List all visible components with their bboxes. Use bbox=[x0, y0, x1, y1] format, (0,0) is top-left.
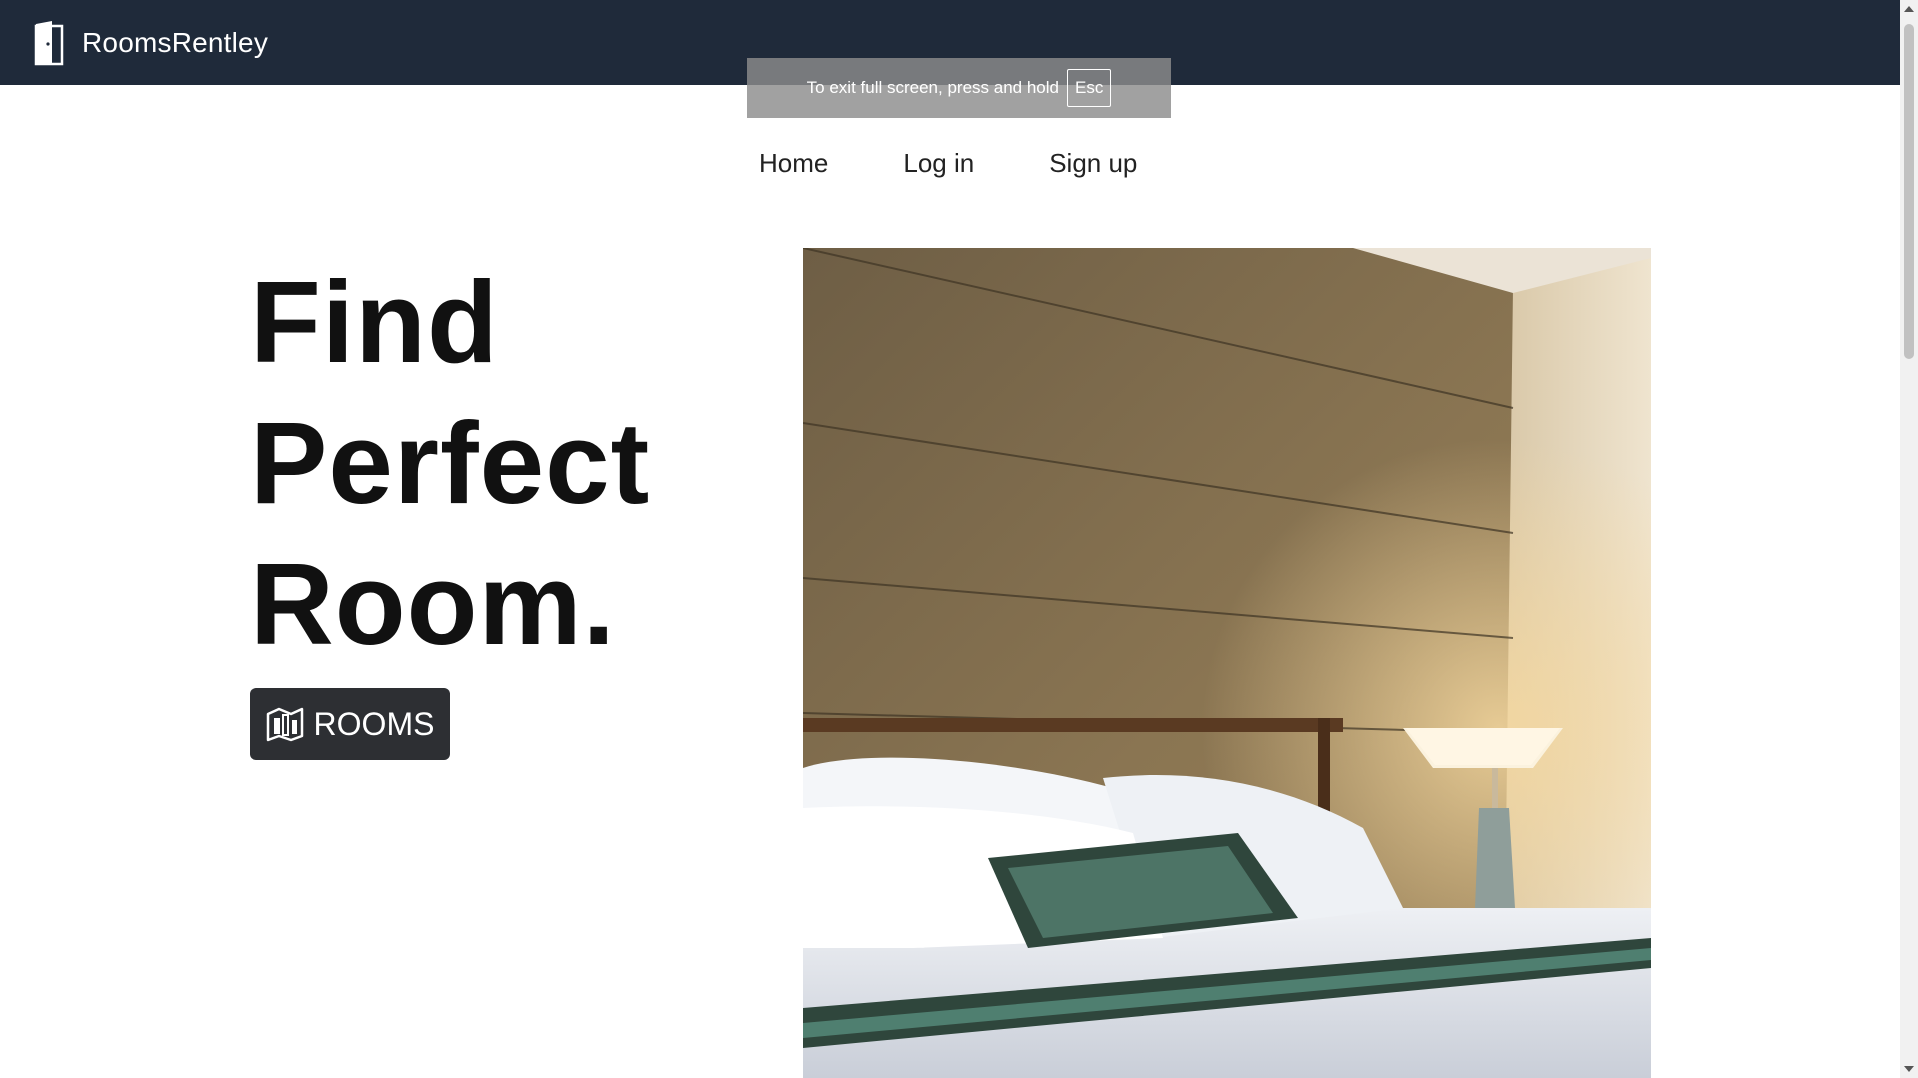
vertical-scrollbar[interactable] bbox=[1900, 0, 1918, 1078]
fullscreen-notice: To exit full screen, press and hold Esc bbox=[747, 58, 1171, 118]
nav-signup[interactable]: Sign up bbox=[1049, 148, 1137, 179]
nav-home[interactable]: Home bbox=[759, 148, 828, 179]
scroll-down-arrow-icon[interactable] bbox=[1904, 1066, 1914, 1072]
scrollbar-thumb[interactable] bbox=[1904, 24, 1914, 359]
escape-key-hint: Esc bbox=[1066, 69, 1112, 107]
brand-name: RoomsRentley bbox=[82, 26, 269, 58]
hero-title: Find Perfect Room. bbox=[250, 252, 650, 675]
rooms-button-label: ROOMS bbox=[313, 705, 435, 742]
fullscreen-notice-text: To exit full screen, press and hold bbox=[806, 78, 1059, 97]
nav-login[interactable]: Log in bbox=[903, 148, 974, 179]
hero-title-line-3: Room. bbox=[250, 539, 616, 669]
hero-title-line-2: Perfect bbox=[250, 398, 651, 528]
hero-title-line-1: Find bbox=[250, 257, 499, 387]
page: RoomsRentley To exit full screen, press … bbox=[0, 0, 1918, 1078]
rooms-button[interactable]: ROOMS bbox=[250, 688, 450, 760]
hotel-bedroom-photo bbox=[803, 248, 1651, 1078]
hero-image-bedroom bbox=[803, 248, 1651, 1078]
main-nav: Home Log in Sign up bbox=[759, 148, 1137, 179]
map-icon bbox=[266, 707, 303, 742]
brand-link[interactable]: RoomsRentley bbox=[34, 20, 268, 66]
door-icon bbox=[34, 20, 64, 65]
scroll-up-arrow-icon[interactable] bbox=[1904, 6, 1914, 12]
